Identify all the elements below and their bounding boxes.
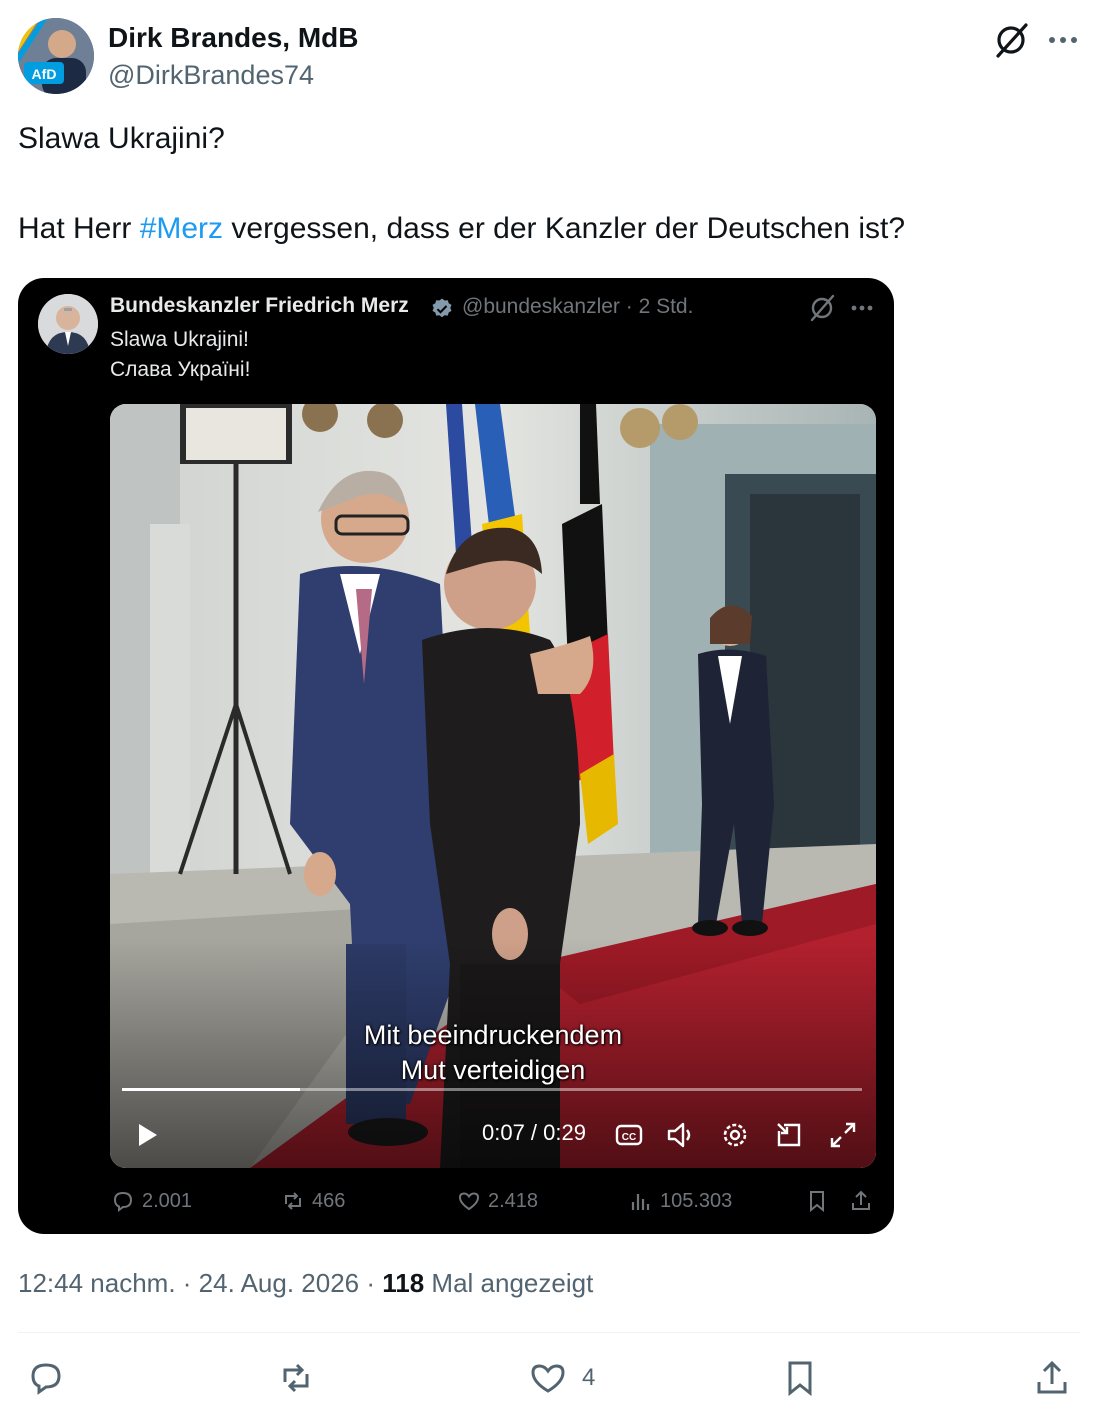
divider: [18, 1332, 1080, 1333]
more-icon: [846, 292, 878, 324]
like-icon: [531, 1364, 565, 1393]
avatar-image: AfD: [18, 18, 94, 94]
views-icon: [631, 1194, 650, 1210]
share-icon: [848, 1188, 874, 1214]
embedded-screenshot[interactable]: Bundeskanzler Friedrich Merz @bundeskanz…: [18, 278, 894, 1234]
tweet-meta: 12:44 nachm. · 24. Aug. 2026 · 118 Mal a…: [18, 1268, 593, 1299]
repost-icon: [283, 1363, 309, 1393]
play-icon[interactable]: [130, 1118, 164, 1152]
cc-icon[interactable]: CC: [612, 1118, 646, 1152]
tweet-text-after: vergessen, dass er der Kanzler der Deuts…: [223, 212, 906, 245]
quoted-views-stat: 105.303: [628, 1188, 732, 1214]
quoted-text-line-1: Slawa Ukrajini!: [110, 328, 249, 351]
video-frame-image: [110, 404, 876, 1168]
hashtag-link[interactable]: #Merz: [140, 212, 223, 245]
tweet-text-line-2: Hat Herr #Merz vergessen, dass er der Ka…: [18, 212, 905, 246]
reply-icon: [31, 1363, 61, 1395]
quoted-repost-count: 466: [312, 1189, 346, 1212]
video-subtitle-line-1: Mit beeindruckendem: [363, 1020, 623, 1050]
svg-text:CC: CC: [622, 1132, 636, 1143]
like-icon: [458, 1192, 480, 1211]
author-avatar[interactable]: AfD: [18, 18, 94, 94]
bookmark-button[interactable]: [780, 1356, 820, 1400]
repost-icon: [285, 1192, 301, 1210]
reply-button[interactable]: [26, 1356, 66, 1400]
quoted-handle-time: @bundeskanzler · 2 Std.: [462, 295, 694, 318]
settings-icon[interactable]: [718, 1118, 752, 1152]
more-icon[interactable]: [1042, 20, 1084, 60]
repost-button[interactable]: [276, 1356, 316, 1400]
reply-icon: [113, 1191, 133, 1212]
fullscreen-icon[interactable]: [826, 1118, 860, 1152]
quoted-text-line-2: Слава Україні!: [110, 358, 251, 381]
tweet-view-count: 118: [382, 1268, 425, 1298]
video-subtitle-line-2: Mut verteidigen: [400, 1055, 586, 1085]
video-player[interactable]: Mit beeindruckendem Mut verteidigen 0:07…: [110, 404, 876, 1168]
quoted-reply-count: 2.001: [142, 1189, 193, 1212]
quoted-repost-stat: 466: [280, 1188, 345, 1214]
tweet-text-before: Hat Herr: [18, 212, 140, 245]
video-progress-fill: [122, 1088, 300, 1091]
grok-icon[interactable]: [990, 20, 1032, 60]
quoted-views-count: 105.303: [660, 1189, 733, 1212]
video-progress-bar[interactable]: [122, 1088, 862, 1091]
tweet-timestamp[interactable]: 12:44 nachm. · 24. Aug. 2026 ·: [18, 1268, 382, 1298]
pip-icon[interactable]: [772, 1118, 806, 1152]
quoted-like-stat: 2.418: [456, 1188, 538, 1214]
like-button[interactable]: 4: [528, 1356, 595, 1400]
grok-icon: [806, 292, 838, 324]
quoted-like-count: 2.418: [488, 1189, 539, 1212]
video-time: 0:07 / 0:29: [482, 1120, 586, 1145]
afd-logo-text: AfD: [32, 66, 57, 82]
tweet-view-label: Mal angezeigt: [424, 1268, 594, 1298]
author-handle[interactable]: @DirkBrandes74: [108, 60, 314, 91]
quoted-avatar: [38, 294, 98, 354]
quoted-author-name: Bundeskanzler Friedrich Merz: [110, 294, 409, 317]
tweet-text-line-1: Slawa Ukrajini?: [18, 122, 225, 155]
quoted-reply-stat: 2.001: [110, 1188, 192, 1214]
bookmark-icon: [804, 1188, 830, 1214]
bookmark-icon: [788, 1361, 812, 1397]
share-button[interactable]: [1032, 1356, 1072, 1400]
volume-icon[interactable]: [664, 1118, 698, 1152]
author-name[interactable]: Dirk Brandes, MdB: [108, 22, 359, 54]
share-icon: [1037, 1360, 1067, 1394]
verified-icon: [430, 297, 454, 321]
like-count: 4: [582, 1364, 596, 1391]
